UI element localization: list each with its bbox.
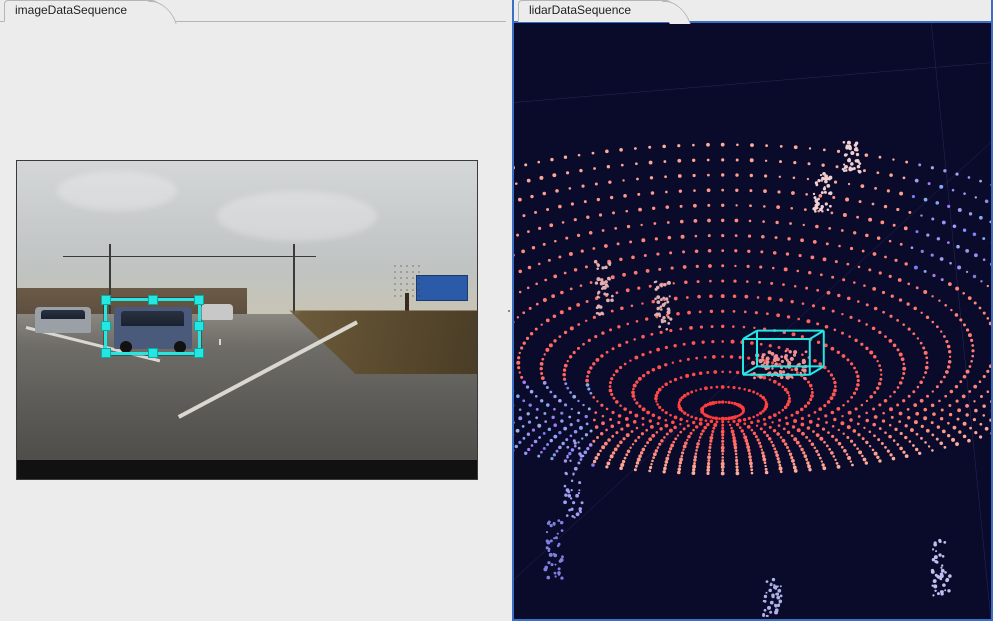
bbox-handle-mid-left[interactable] bbox=[101, 321, 111, 331]
cloud bbox=[217, 191, 377, 241]
image-tab-strip: imageDataSequence bbox=[0, 0, 164, 22]
lane-marking bbox=[219, 339, 221, 345]
cloud bbox=[57, 171, 177, 211]
bounding-box-2d[interactable] bbox=[104, 298, 201, 355]
billboard bbox=[416, 275, 468, 301]
bbox-handle-mid-right[interactable] bbox=[194, 321, 204, 331]
lidar-viewport[interactable] bbox=[514, 23, 991, 619]
bbox-handle-top-right[interactable] bbox=[194, 295, 204, 305]
bbox-handle-bot-right[interactable] bbox=[194, 348, 204, 358]
lidar-tab-strip: lidarDataSequence bbox=[514, 0, 678, 22]
traffic-pole bbox=[293, 244, 295, 314]
lidar-panel-body bbox=[514, 21, 991, 619]
image-panel-body bbox=[0, 21, 506, 621]
tab-image-sequence[interactable]: imageDataSequence bbox=[4, 0, 164, 22]
image-panel: imageDataSequence bbox=[0, 0, 506, 621]
bbox-handle-bot-left[interactable] bbox=[101, 348, 111, 358]
lidar-panel: lidarDataSequence bbox=[512, 0, 993, 621]
tab-lidar-sequence[interactable]: lidarDataSequence bbox=[518, 0, 678, 22]
bbox-handle-bot-mid[interactable] bbox=[148, 348, 158, 358]
bbox-handle-top-left[interactable] bbox=[101, 295, 111, 305]
tree bbox=[392, 263, 422, 313]
vehicle bbox=[35, 307, 90, 332]
splitter-grip-icon bbox=[508, 310, 510, 312]
tab-label: imageDataSequence bbox=[15, 3, 127, 17]
dashboard-edge bbox=[17, 460, 477, 479]
traffic-wire bbox=[63, 256, 316, 257]
split-container: imageDataSequence bbox=[0, 0, 993, 621]
bbox-handle-top-mid[interactable] bbox=[148, 295, 158, 305]
camera-image[interactable] bbox=[16, 160, 478, 480]
vehicle bbox=[201, 304, 233, 320]
tab-label: lidarDataSequence bbox=[529, 3, 631, 17]
bounding-cuboid-3d[interactable] bbox=[743, 339, 810, 375]
